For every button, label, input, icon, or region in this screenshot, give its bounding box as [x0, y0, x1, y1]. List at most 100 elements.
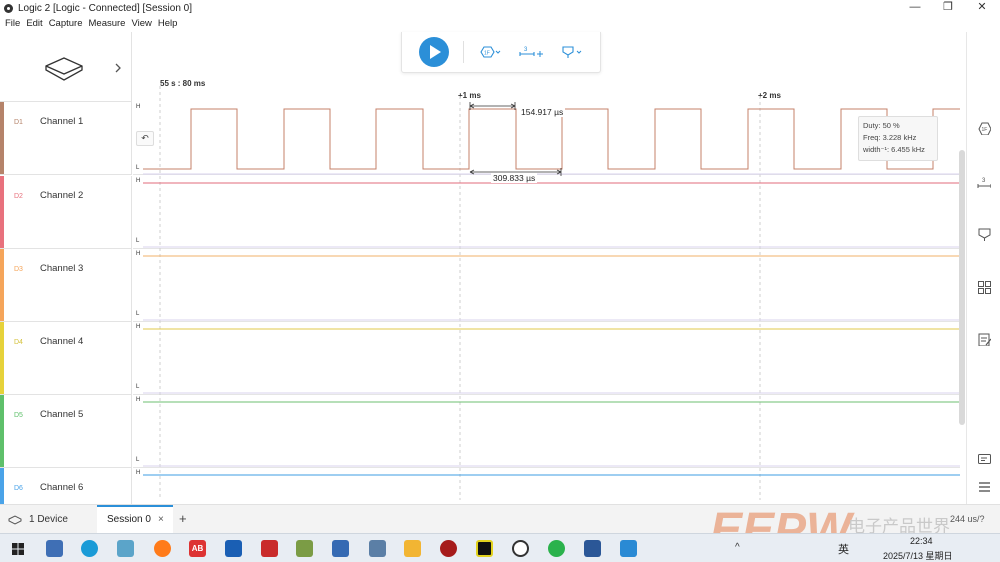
waveform-track-d4[interactable]: H L	[133, 322, 960, 395]
app-icon-17[interactable]	[620, 540, 637, 557]
session-tab[interactable]: Session 0 ×	[97, 505, 173, 533]
menu-view[interactable]: View	[131, 17, 151, 31]
waveform-track-d2[interactable]: H L	[133, 176, 960, 249]
channel-id: D4	[14, 339, 23, 346]
ruler-mark-2ms: +2 ms	[758, 91, 781, 100]
app-icon-12[interactable]	[440, 540, 457, 557]
logic-taskbar-icon[interactable]	[512, 540, 529, 557]
device-icon[interactable]	[44, 54, 84, 84]
channel-name[interactable]: Channel 6	[40, 482, 83, 493]
menu-file[interactable]: File	[5, 17, 20, 31]
ab-app-icon[interactable]: AB	[189, 540, 206, 557]
notes-app-icon[interactable]	[117, 540, 134, 557]
waveform-track-d6[interactable]: H	[133, 468, 960, 504]
channel-name[interactable]: Channel 2	[40, 190, 83, 201]
pdf-app-icon[interactable]	[261, 540, 278, 557]
firefox-icon[interactable]	[154, 540, 171, 557]
measurement-tooltip: Duty: 50 % Freq: 3.228 kHz width⁻¹: 6.45…	[858, 116, 938, 161]
ruler-start-time: 55 s : 80 ms	[160, 79, 206, 88]
ruler-mark-1ms: +1 ms	[458, 91, 481, 100]
device-small-icon	[8, 515, 22, 525]
device-count[interactable]: 1 Device	[29, 514, 68, 525]
add-measurement-button[interactable]: 3	[518, 45, 544, 59]
menu-help[interactable]: Help	[158, 17, 178, 31]
close-button[interactable]: ✕	[967, 0, 997, 16]
os-taskbar: AB ^ 英 22:34 2025/7/13 星期日	[0, 533, 1000, 562]
vertical-scrollbar[interactable]	[959, 150, 965, 425]
level-high-label: H	[136, 324, 141, 330]
start-capture-button[interactable]	[418, 36, 450, 68]
channel-row-d6[interactable]: D6 Channel 6	[0, 468, 132, 504]
tray-expand-icon[interactable]: ^	[735, 542, 740, 553]
undo-zoom-button[interactable]: ↶	[136, 131, 154, 146]
channel-id: D3	[14, 266, 23, 273]
channel-name[interactable]: Channel 5	[40, 409, 83, 420]
paint-app-icon[interactable]	[296, 540, 313, 557]
minimize-button[interactable]: —	[900, 0, 930, 16]
svg-text:1F: 1F	[982, 127, 988, 133]
calculator-app-icon[interactable]	[46, 540, 63, 557]
chevron-right-icon[interactable]	[113, 62, 123, 74]
menu-measure[interactable]: Measure	[89, 17, 126, 31]
channel-color-bar	[0, 468, 4, 504]
tooltip-duty: Duty: 50 %	[863, 121, 900, 130]
wechat-icon[interactable]	[548, 540, 565, 557]
ime-indicator[interactable]: 英	[838, 541, 849, 557]
hex-trigger-icon: 1F	[480, 46, 501, 58]
channel-id: D6	[14, 485, 23, 492]
menu-edit[interactable]: Edit	[26, 17, 42, 31]
window-title: Logic 2 [Logic - Connected] [Session 0]	[18, 2, 192, 14]
network-app-icon[interactable]	[332, 540, 349, 557]
channel-color-bar	[0, 322, 4, 394]
trigger-settings-button[interactable]: 1F	[478, 45, 502, 59]
channel-row-d5[interactable]: D5 Channel 5	[0, 395, 132, 468]
marker-button[interactable]	[560, 45, 584, 59]
period-label: 309.833 µs	[491, 173, 538, 183]
pulse-width-label: 154.917 µs	[519, 107, 566, 117]
app-icon-6[interactable]	[225, 540, 242, 557]
word-icon[interactable]	[584, 540, 601, 557]
app-icon-13[interactable]	[476, 540, 493, 557]
channel-name[interactable]: Channel 4	[40, 336, 83, 347]
measurements-icon[interactable]: 3	[977, 175, 991, 189]
level-high-label: H	[136, 251, 141, 257]
waveform-track-d5[interactable]: H L	[133, 395, 960, 468]
extensions-icon[interactable]	[977, 280, 991, 294]
channel-color-bar	[0, 176, 4, 248]
menu-icon[interactable]	[977, 479, 991, 493]
svg-text:3: 3	[982, 178, 986, 184]
level-low-label: L	[136, 311, 140, 317]
level-low-label: L	[136, 238, 140, 244]
add-session-button[interactable]: +	[179, 511, 187, 526]
maximize-button[interactable]: ❐	[933, 0, 963, 16]
edge-browser-icon[interactable]	[81, 540, 98, 557]
notes-icon[interactable]	[977, 332, 991, 346]
timing-markers-icon[interactable]	[977, 227, 991, 241]
right-sidebar: 1F 3	[966, 32, 1000, 504]
level-low-label: L	[136, 384, 140, 390]
channel-color-bar	[0, 395, 4, 467]
measurement-add-icon: 3	[519, 47, 543, 57]
terminal-icon[interactable]	[977, 452, 991, 466]
logic-app-icon	[4, 3, 13, 13]
windows-start-icon[interactable]	[12, 543, 24, 555]
play-icon	[419, 37, 449, 67]
app-icon-10[interactable]	[369, 540, 386, 557]
svg-text:3: 3	[524, 47, 528, 53]
channel-row-d3[interactable]: D3 Channel 3	[0, 249, 132, 322]
device-panel-header	[0, 32, 132, 102]
clock-time[interactable]: 22:34	[910, 536, 933, 546]
channel-id: D5	[14, 412, 23, 419]
channel-name[interactable]: Channel 3	[40, 263, 83, 274]
file-explorer-icon[interactable]	[404, 540, 421, 557]
menu-capture[interactable]: Capture	[49, 17, 83, 31]
waveform-track-d3[interactable]: H L	[133, 249, 960, 322]
channel-row-d2[interactable]: D2 Channel 2	[0, 176, 132, 249]
channel-row-d1[interactable]: D1 Channel 1	[0, 102, 132, 175]
analyzers-icon[interactable]: 1F	[977, 121, 991, 135]
channel-row-d4[interactable]: D4 Channel 4	[0, 322, 132, 395]
time-ruler[interactable]: 55 s : 80 ms +1 ms +2 ms	[133, 75, 966, 102]
clock-date[interactable]: 2025/7/13 星期日	[883, 549, 953, 562]
channel-name[interactable]: Channel 1	[40, 116, 83, 127]
session-tab-close[interactable]: ×	[158, 514, 164, 525]
